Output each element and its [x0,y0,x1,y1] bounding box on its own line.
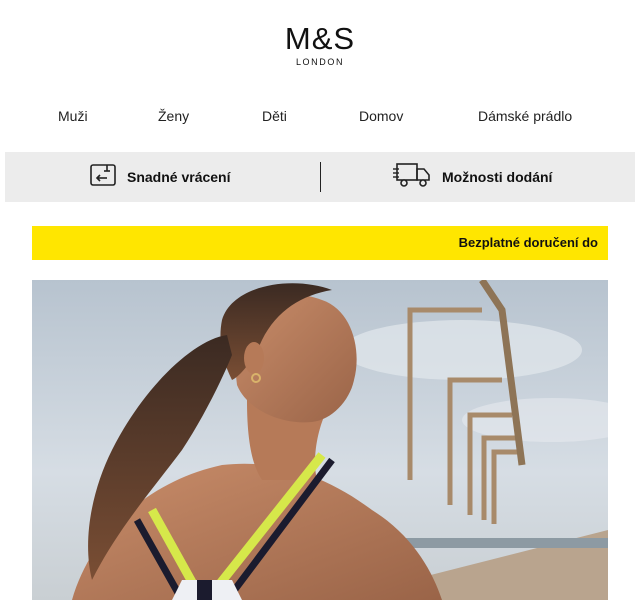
main-nav: Muži Ženy Děti Domov Dámské prádlo [0,108,640,130]
nav-item-domov[interactable]: Domov [359,108,403,124]
nav-item-damske-pradlo[interactable]: Dámské prádlo [478,108,572,124]
hero-image[interactable] [32,280,608,600]
promo-banner[interactable]: Bezplatné doručení do [32,226,608,260]
easy-returns-label: Snadné vrácení [127,169,231,185]
promo-text: Bezplatné doručení do [458,235,598,250]
nav-item-muzi[interactable]: Muži [58,108,88,124]
woman-in-sports-bra-photo [32,280,608,600]
easy-returns-link[interactable]: Snadné vrácení [89,152,231,202]
return-box-icon [89,163,117,192]
brand-subtitle: LONDON [295,57,345,67]
delivery-options-link[interactable]: Možnosti dodání [392,152,552,202]
nav-item-deti[interactable]: Děti [262,108,287,124]
service-bar: Snadné vrácení Možnosti dodání [5,152,635,202]
delivery-truck-icon [392,161,432,194]
brand-logo[interactable]: M&S LONDON [0,21,640,68]
service-divider [320,162,321,192]
brand-name: M&S [284,21,356,56]
nav-item-zeny[interactable]: Ženy [158,108,189,124]
delivery-options-label: Možnosti dodání [442,169,553,185]
